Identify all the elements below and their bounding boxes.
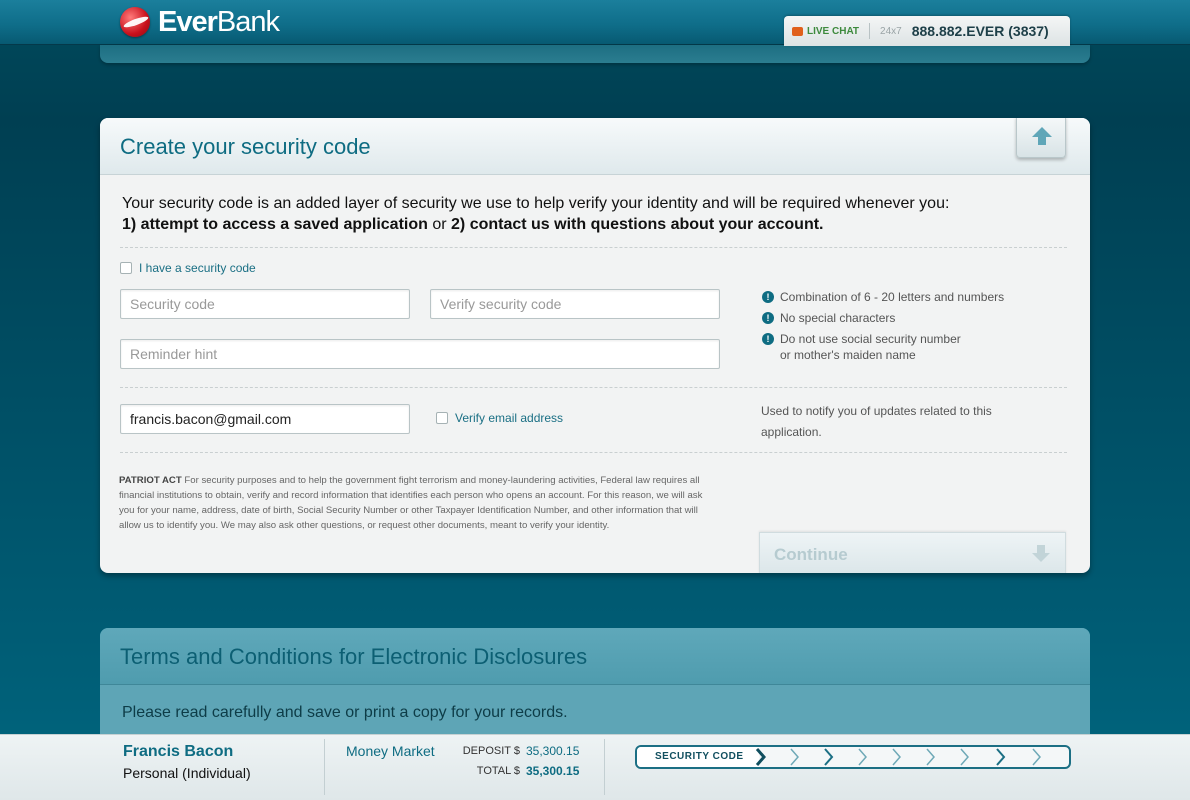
terms-header[interactable]: Terms and Conditions for Electronic Disc… xyxy=(100,628,1090,685)
panel-header: Create your security code xyxy=(100,118,1090,175)
chevron-right-icon xyxy=(960,748,969,766)
verify-email-checkbox-row[interactable]: Verify email address xyxy=(436,411,563,425)
divider xyxy=(869,23,871,39)
tip-item: ! No special characters xyxy=(762,310,1062,326)
divider xyxy=(120,452,1067,453)
chevron-right-icon xyxy=(996,748,1006,766)
hours-label: 24x7 xyxy=(880,25,902,37)
chevron-right-icon xyxy=(1032,748,1041,766)
collapse-button[interactable] xyxy=(1016,118,1066,158)
terms-text: Please read carefully and save or print … xyxy=(122,704,568,721)
email-input[interactable]: francis.bacon@gmail.com xyxy=(120,404,410,434)
tip-text: No special characters xyxy=(780,311,896,325)
patriot-act-notice: PATRIOT ACT For security purposes and to… xyxy=(119,475,703,531)
page-title: Create your security code xyxy=(120,134,371,159)
step-current: SECURITY CODE xyxy=(637,747,759,767)
security-code-panel: Create your security code Your security … xyxy=(100,118,1090,573)
exclamation-icon: ! xyxy=(762,291,774,303)
chevron-right-icon xyxy=(926,748,935,766)
divider xyxy=(324,739,325,795)
divider xyxy=(120,247,1067,248)
continue-button[interactable]: Continue xyxy=(759,532,1066,573)
exclamation-icon: ! xyxy=(762,312,774,324)
security-code-input[interactable]: Security code xyxy=(120,289,410,319)
deposit-label: DEPOSIT $ xyxy=(462,745,520,757)
chat-icon xyxy=(792,26,803,36)
intro-line-2: 1) attempt to access a saved application… xyxy=(122,216,824,233)
continue-label: Continue xyxy=(774,545,848,564)
tip-text: Combination of 6 - 20 letters and number… xyxy=(780,290,1005,304)
arrow-up-icon xyxy=(1032,127,1052,145)
application-summary-bar: Francis Bacon Personal (Individual) Mone… xyxy=(0,734,1190,800)
total-label: TOTAL $ xyxy=(476,765,520,777)
chevron-right-icon xyxy=(858,748,867,766)
reminder-hint-input[interactable]: Reminder hint xyxy=(120,339,720,369)
intro-line: Your security code is an added layer of … xyxy=(122,195,950,212)
verify-security-code-input[interactable]: Verify security code xyxy=(430,289,720,319)
arrow-down-icon xyxy=(1032,545,1050,562)
account-type: Personal (Individual) xyxy=(123,765,251,781)
progress-steps: SECURITY CODE xyxy=(635,745,1071,769)
have-code-checkbox[interactable] xyxy=(120,262,132,274)
tip-item: ! Combination of 6 - 20 letters and numb… xyxy=(762,289,1062,305)
total-value: 35,300.15 xyxy=(526,764,580,778)
product-name: Money Market xyxy=(346,743,435,759)
applicant-name: Francis Bacon xyxy=(123,743,234,760)
chevron-right-icon xyxy=(790,748,799,766)
security-code-tips: ! Combination of 6 - 20 letters and numb… xyxy=(762,289,1062,368)
divider xyxy=(604,739,605,795)
have-code-label[interactable]: I have a security code xyxy=(139,261,256,275)
everbank-logo-icon xyxy=(120,7,150,37)
terms-title: Terms and Conditions for Electronic Disc… xyxy=(120,644,588,669)
logo-text: EverBank xyxy=(158,5,280,38)
divider xyxy=(120,387,1067,388)
tip-text: Do not use social security number or mot… xyxy=(780,332,961,362)
tip-item: ! Do not use social security number or m… xyxy=(762,331,962,363)
deposit-value: 35,300.15 xyxy=(526,744,580,758)
contact-tab: LIVE CHAT 24x7 888.882.EVER (3837) xyxy=(784,16,1070,46)
exclamation-icon: ! xyxy=(762,333,774,345)
everbank-logo[interactable]: EverBank xyxy=(120,5,280,38)
phone-number: 888.882.EVER (3837) xyxy=(911,23,1049,39)
chevron-right-icon xyxy=(824,748,834,766)
email-note: Used to notify you of updates related to… xyxy=(761,404,992,439)
have-code-checkbox-row[interactable]: I have a security code xyxy=(120,261,256,275)
chevron-right-icon xyxy=(755,748,766,766)
intro-text: Your security code is an added layer of … xyxy=(122,193,982,235)
live-chat-link[interactable]: LIVE CHAT xyxy=(807,26,859,37)
header-strip xyxy=(100,45,1090,63)
verify-email-checkbox[interactable] xyxy=(436,412,448,424)
chevron-right-icon xyxy=(892,748,901,766)
verify-email-label[interactable]: Verify email address xyxy=(455,411,563,425)
